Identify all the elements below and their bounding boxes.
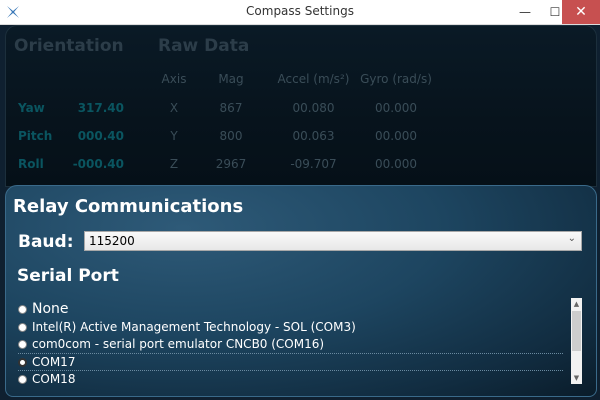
port-option-label: com0com - serial port emulator CNCB0 (CO… bbox=[32, 337, 325, 351]
yaw-gyro: 00.000 bbox=[375, 101, 417, 115]
pitch-mag: 800 bbox=[219, 129, 243, 143]
port-option-com17[interactable]: COM17 bbox=[18, 354, 563, 370]
yaw-accel: 00.080 bbox=[292, 101, 335, 115]
port-option-com18[interactable]: COM18 bbox=[18, 371, 563, 387]
baud-select[interactable]: 115200 ⌄ bbox=[84, 231, 582, 251]
pitch-axis: Y bbox=[170, 129, 178, 143]
col-accel: Accel (m/s²) bbox=[277, 72, 350, 86]
radio-button[interactable] bbox=[18, 339, 27, 349]
relay-communications-panel: Relay Communications Baud: 115200 ⌄ Seri… bbox=[5, 185, 597, 397]
roll-mag: 2967 bbox=[215, 157, 247, 171]
roll-accel: -09.707 bbox=[290, 157, 337, 171]
pitch-label: Pitch bbox=[18, 129, 53, 143]
roll-label: Roll bbox=[18, 157, 44, 171]
radio-button-selected[interactable] bbox=[18, 357, 27, 367]
port-option-label: COM17 bbox=[32, 355, 76, 369]
port-option-com16[interactable]: com0com - serial port emulator CNCB0 (CO… bbox=[18, 336, 563, 352]
roll-gyro: 00.000 bbox=[375, 157, 417, 171]
port-list-scrollbar[interactable]: ▲ ▼ bbox=[571, 298, 582, 384]
orientation-header: Orientation bbox=[14, 36, 124, 56]
chevron-down-icon: ⌄ bbox=[567, 233, 576, 244]
port-option-label: Intel(R) Active Management Technology - … bbox=[32, 320, 356, 334]
port-option-com3[interactable]: Intel(R) Active Management Technology - … bbox=[18, 319, 563, 335]
radio-button[interactable] bbox=[18, 374, 27, 384]
serial-port-list: None Intel(R) Active Management Technolo… bbox=[18, 299, 570, 391]
yaw-label: Yaw bbox=[18, 101, 45, 115]
radio-button[interactable] bbox=[18, 322, 27, 332]
scroll-down-icon[interactable]: ▼ bbox=[571, 372, 582, 384]
col-axis: Axis bbox=[161, 72, 187, 86]
serial-port-title: Serial Port bbox=[17, 266, 119, 286]
yaw-mag: 867 bbox=[219, 101, 243, 115]
minimize-button[interactable]: — bbox=[510, 0, 540, 24]
scroll-up-icon[interactable]: ▲ bbox=[571, 298, 582, 310]
baud-select-value: 115200 bbox=[89, 234, 135, 248]
port-option-label: COM18 bbox=[32, 372, 76, 386]
close-button[interactable]: ✕ bbox=[562, 0, 600, 24]
port-option-label: None bbox=[32, 301, 69, 317]
baud-label: Baud: bbox=[18, 232, 74, 252]
port-option-none[interactable]: None bbox=[18, 301, 563, 317]
yaw-value: 317.40 bbox=[77, 101, 124, 115]
pitch-gyro: 00.000 bbox=[375, 129, 417, 143]
sensor-readout-panel: Orientation Raw Data Axis Mag Accel (m/s… bbox=[5, 25, 597, 187]
roll-value: -000.40 bbox=[72, 157, 124, 171]
yaw-axis: X bbox=[169, 101, 179, 115]
col-gyro: Gyro (rad/s) bbox=[360, 72, 432, 86]
raw-data-header: Raw Data bbox=[158, 36, 250, 56]
relay-title: Relay Communications bbox=[13, 196, 244, 217]
col-mag: Mag bbox=[218, 72, 244, 86]
window-content: Orientation Raw Data Axis Mag Accel (m/s… bbox=[0, 25, 600, 400]
pitch-value: 000.40 bbox=[77, 129, 124, 143]
radio-button[interactable] bbox=[18, 304, 27, 314]
scroll-thumb[interactable] bbox=[572, 311, 581, 351]
title-bar[interactable]: Compass Settings — ☐ ✕ bbox=[0, 0, 600, 25]
pitch-accel: 00.063 bbox=[292, 129, 335, 143]
roll-axis: Z bbox=[169, 157, 179, 171]
